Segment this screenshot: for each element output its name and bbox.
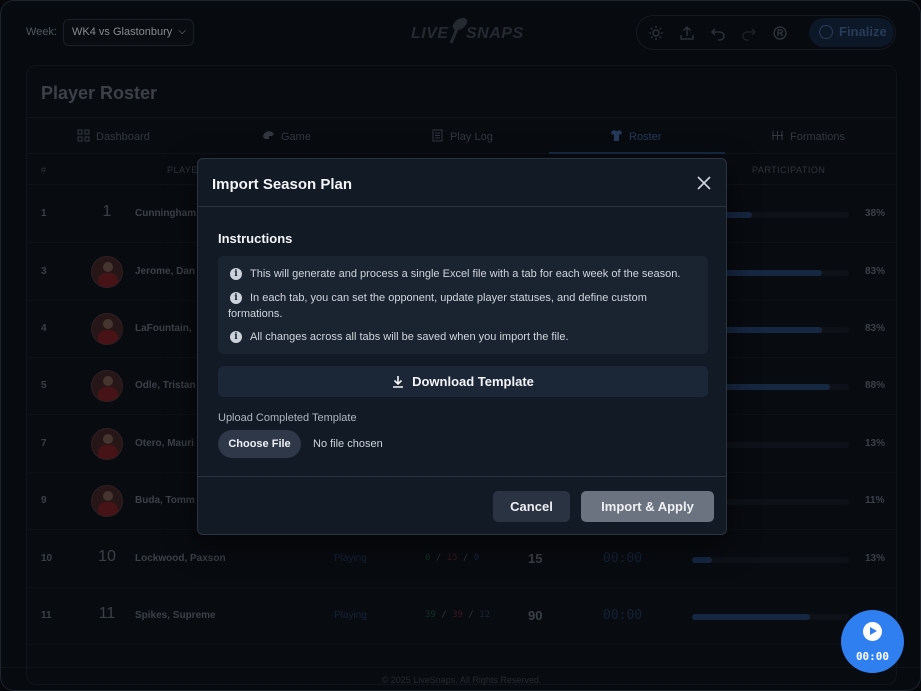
- upload-label: Upload Completed Template: [218, 412, 357, 424]
- play-icon: [863, 622, 882, 641]
- dialog-title: Import Season Plan: [212, 176, 353, 193]
- choose-file-button[interactable]: Choose File: [218, 430, 301, 458]
- dialog-header: Import Season Plan: [198, 159, 726, 207]
- dialog-footer: Cancel Import & Apply: [198, 476, 726, 536]
- timer-readout: 00:00: [855, 650, 890, 663]
- download-template-label: Download Template: [412, 374, 534, 389]
- info-icon: i: [230, 331, 242, 343]
- instruction-item: This will generate and process a single …: [250, 268, 681, 280]
- instruction-item: In each tab, you can set the opponent, u…: [228, 292, 647, 320]
- file-status: No file chosen: [313, 438, 383, 450]
- game-timer-button[interactable]: 00:00: [841, 610, 904, 673]
- info-icon: i: [230, 268, 242, 280]
- import-apply-button[interactable]: Import & Apply: [581, 491, 714, 522]
- app-window: Week: WK4 vs Glastonbury ⌵ LIVE SNAPS Fi…: [0, 0, 921, 691]
- import-season-plan-dialog: Import Season Plan Instructions i This w…: [197, 158, 727, 535]
- instructions-heading: Instructions: [218, 231, 293, 246]
- instructions-box: i This will generate and process a singl…: [218, 256, 708, 354]
- instruction-item: All changes across all tabs will be save…: [250, 331, 569, 343]
- download-icon: [393, 376, 404, 388]
- cancel-button[interactable]: Cancel: [493, 491, 570, 522]
- download-template-button[interactable]: Download Template: [218, 366, 708, 397]
- close-icon[interactable]: [695, 174, 713, 192]
